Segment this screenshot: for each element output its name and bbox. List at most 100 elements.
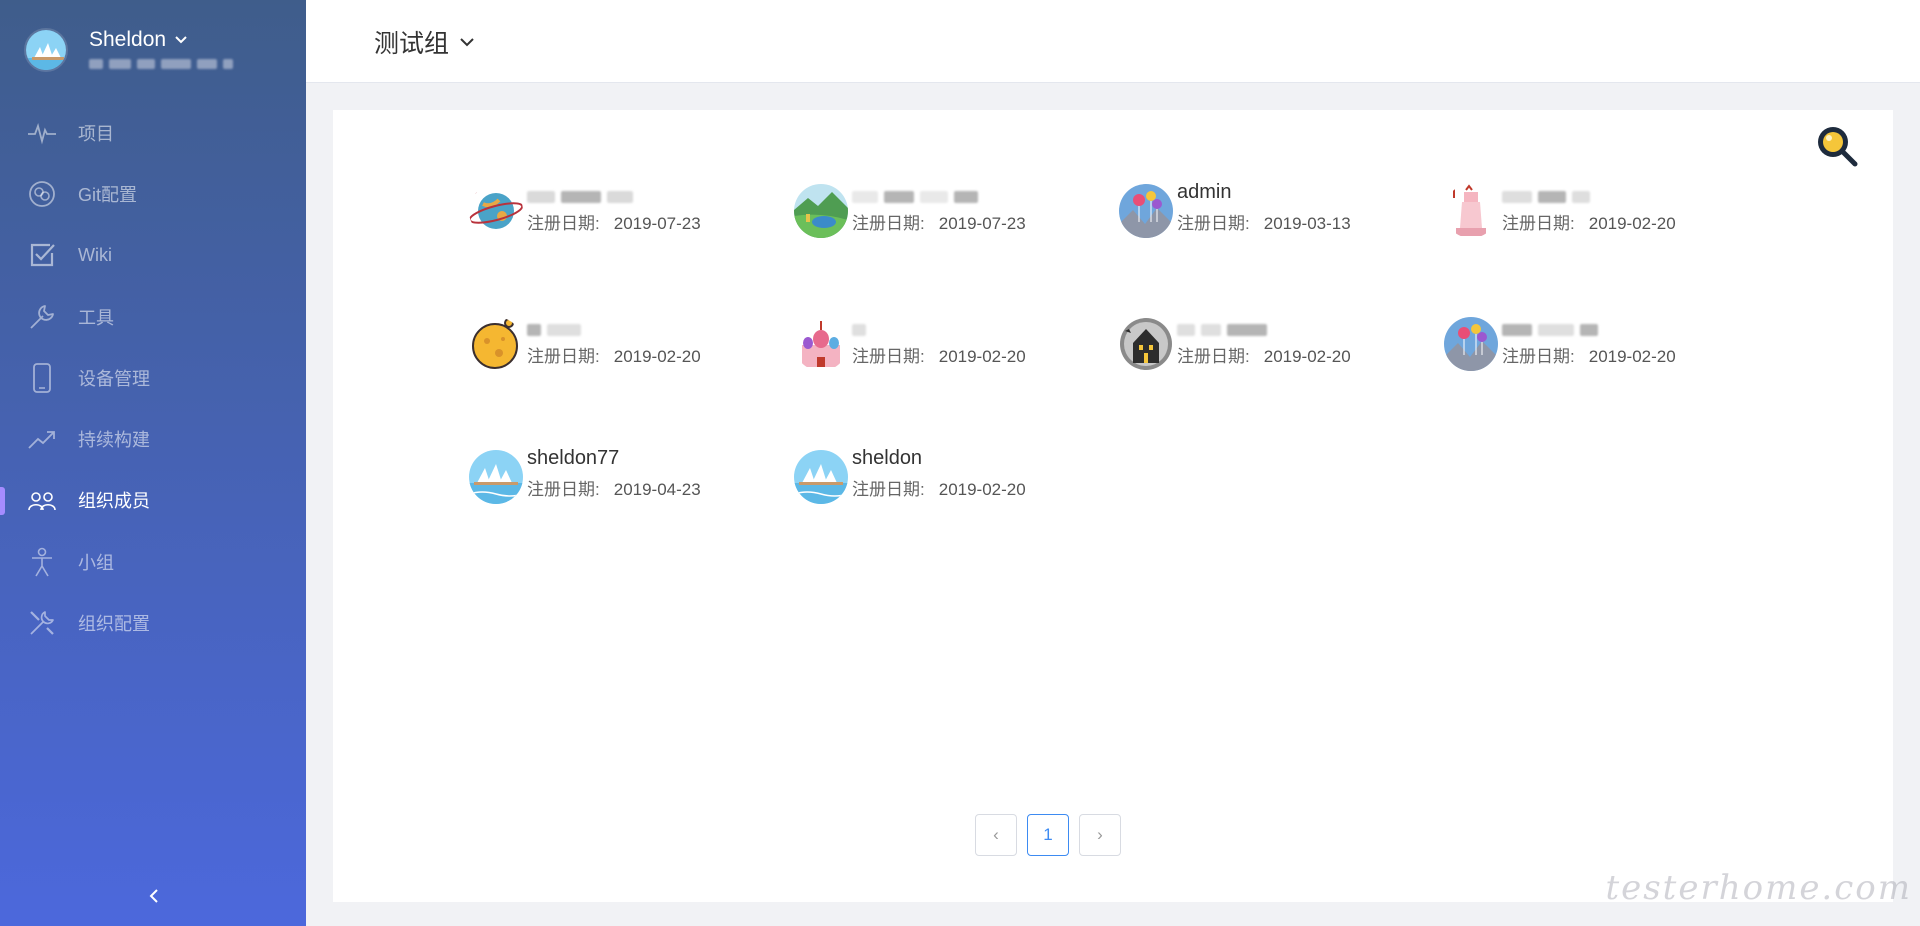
sidebar-item-git-config[interactable]: Git配置: [0, 163, 306, 224]
register-date: 2019-02-20: [1263, 347, 1351, 366]
sidebar-item-org-config[interactable]: 组织配置: [0, 592, 306, 653]
member-grid: 注册日期: 2019-07-23 注册日期: 2019-07-23 admin: [469, 180, 1769, 579]
member-meta: 注册日期: 2019-02-20: [1177, 342, 1351, 367]
member-name: sheldon77: [527, 447, 620, 469]
collapse-sidebar-button[interactable]: [140, 882, 168, 910]
sidebar-item-wiki[interactable]: Wiki: [0, 225, 306, 286]
member-meta: 注册日期: 2019-03-13: [1177, 209, 1351, 234]
register-date-label: 注册日期:: [852, 480, 925, 499]
member-card[interactable]: 注册日期: 2019-07-23: [794, 180, 1119, 240]
wrench-icon: [26, 301, 58, 333]
member-meta: 注册日期: 2019-02-20: [852, 342, 1026, 367]
member-name-redacted: [527, 318, 581, 342]
sidebar-item-label: 组织配置: [78, 614, 150, 635]
sidebar-item-label: Wiki: [78, 244, 112, 265]
user-avatar[interactable]: [24, 28, 68, 72]
trend-icon: [26, 423, 58, 455]
user-block: Sheldon: [24, 28, 294, 78]
sidebar-item-devices[interactable]: 设备管理: [0, 347, 306, 408]
sidebar-item-label: 工具: [78, 307, 114, 328]
register-date: 2019-07-23: [938, 214, 1026, 233]
register-date-label: 注册日期:: [852, 214, 925, 233]
sidebar-item-label: 小组: [78, 552, 114, 573]
register-date-label: 注册日期:: [527, 480, 600, 499]
member-meta: 注册日期: 2019-02-20: [852, 475, 1026, 500]
pagination: ‹ 1 ›: [975, 814, 1121, 856]
tools-icon: [26, 607, 58, 639]
member-card[interactable]: 注册日期: 2019-02-20: [1444, 313, 1769, 373]
member-meta: 注册日期: 2019-04-23: [527, 475, 701, 500]
register-date: 2019-02-20: [613, 347, 701, 366]
avatar: [794, 184, 848, 238]
sidebar-item-label: 项目: [78, 123, 114, 144]
next-page-button[interactable]: ›: [1079, 814, 1121, 856]
member-card[interactable]: admin 注册日期: 2019-03-13: [1119, 180, 1444, 240]
sidebar-item-label: 设备管理: [78, 368, 150, 389]
member-card[interactable]: sheldon 注册日期: 2019-02-20: [794, 446, 1119, 506]
member-name-redacted: [852, 185, 978, 209]
user-subtitle-redacted: [89, 56, 269, 72]
member-card[interactable]: 注册日期: 2019-02-20: [1119, 313, 1444, 373]
page-number-button[interactable]: 1: [1027, 814, 1069, 856]
member-card[interactable]: 注册日期: 2019-07-23: [469, 180, 794, 240]
phone-icon: [26, 362, 58, 394]
sidebar-item-tools[interactable]: 工具: [0, 286, 306, 347]
sidebar-nav: 项目 Git配置 Wiki 工具 设备管理 持续构建 组织成员 小组 组织配置: [0, 102, 306, 654]
member-card[interactable]: 注册日期: 2019-02-20: [469, 313, 794, 373]
chevron-down-icon: [175, 36, 187, 44]
sidebar-item-label: 组织成员: [78, 491, 150, 512]
user-name: Sheldon: [89, 28, 167, 51]
sidebar-item-members[interactable]: 组织成员: [0, 470, 306, 531]
member-card[interactable]: 注册日期: 2019-02-20: [1444, 180, 1769, 240]
sidebar-item-label: Git配置: [78, 184, 138, 205]
page-title: 测试组: [374, 30, 450, 58]
search-button[interactable]: [1815, 124, 1859, 168]
member-name-redacted: [852, 318, 866, 342]
avatar: [469, 450, 523, 504]
member-meta: 注册日期: 2019-07-23: [527, 209, 701, 234]
sidebar-item-label: 持续构建: [78, 430, 150, 451]
member-name-redacted: [1502, 318, 1598, 342]
register-date: 2019-02-20: [938, 480, 1026, 499]
register-date-label: 注册日期:: [527, 347, 600, 366]
register-date-label: 注册日期:: [1502, 214, 1575, 233]
chevron-left-icon: [149, 889, 158, 903]
avatar: [794, 450, 848, 504]
member-card[interactable]: sheldon77 注册日期: 2019-04-23: [469, 446, 794, 506]
register-date: 2019-02-20: [1588, 214, 1676, 233]
register-date-label: 注册日期:: [852, 347, 925, 366]
avatar: [469, 317, 523, 371]
member-card[interactable]: 注册日期: 2019-02-20: [794, 313, 1119, 373]
register-date-label: 注册日期:: [527, 214, 600, 233]
members-icon: [26, 484, 58, 516]
avatar: [1444, 317, 1498, 371]
member-meta: 注册日期: 2019-07-23: [852, 209, 1026, 234]
members-panel: 注册日期: 2019-07-23 注册日期: 2019-07-23 admin: [333, 110, 1893, 902]
chevron-down-icon: [460, 38, 474, 47]
group-switcher[interactable]: 测试组: [374, 24, 475, 60]
user-switcher[interactable]: Sheldon: [89, 28, 188, 52]
member-meta: 注册日期: 2019-02-20: [1502, 342, 1676, 367]
avatar: [794, 317, 848, 371]
register-date-label: 注册日期:: [1502, 347, 1575, 366]
register-date: 2019-07-23: [613, 214, 701, 233]
member-name-redacted: [1502, 185, 1590, 209]
checkbox-icon: [26, 239, 58, 271]
prev-page-button[interactable]: ‹: [975, 814, 1017, 856]
watermark: testerhome.com: [1605, 868, 1912, 908]
member-meta: 注册日期: 2019-02-20: [527, 342, 701, 367]
sidebar-item-teams[interactable]: 小组: [0, 531, 306, 592]
register-date-label: 注册日期:: [1177, 347, 1250, 366]
git-icon: [26, 178, 58, 210]
member-name-redacted: [1177, 318, 1267, 342]
avatar: [469, 184, 523, 238]
register-date: 2019-03-13: [1263, 214, 1351, 233]
top-header: 测试组: [306, 0, 1920, 83]
register-date: 2019-02-20: [938, 347, 1026, 366]
register-date: 2019-02-20: [1588, 347, 1676, 366]
person-icon: [26, 546, 58, 578]
avatar: [1119, 184, 1173, 238]
sidebar-item-projects[interactable]: 项目: [0, 102, 306, 163]
sidebar: Sheldon 项目 Git配置 Wiki 工具 设备管理 持续构建 组织成员 …: [0, 0, 306, 926]
sidebar-item-ci[interactable]: 持续构建: [0, 408, 306, 469]
